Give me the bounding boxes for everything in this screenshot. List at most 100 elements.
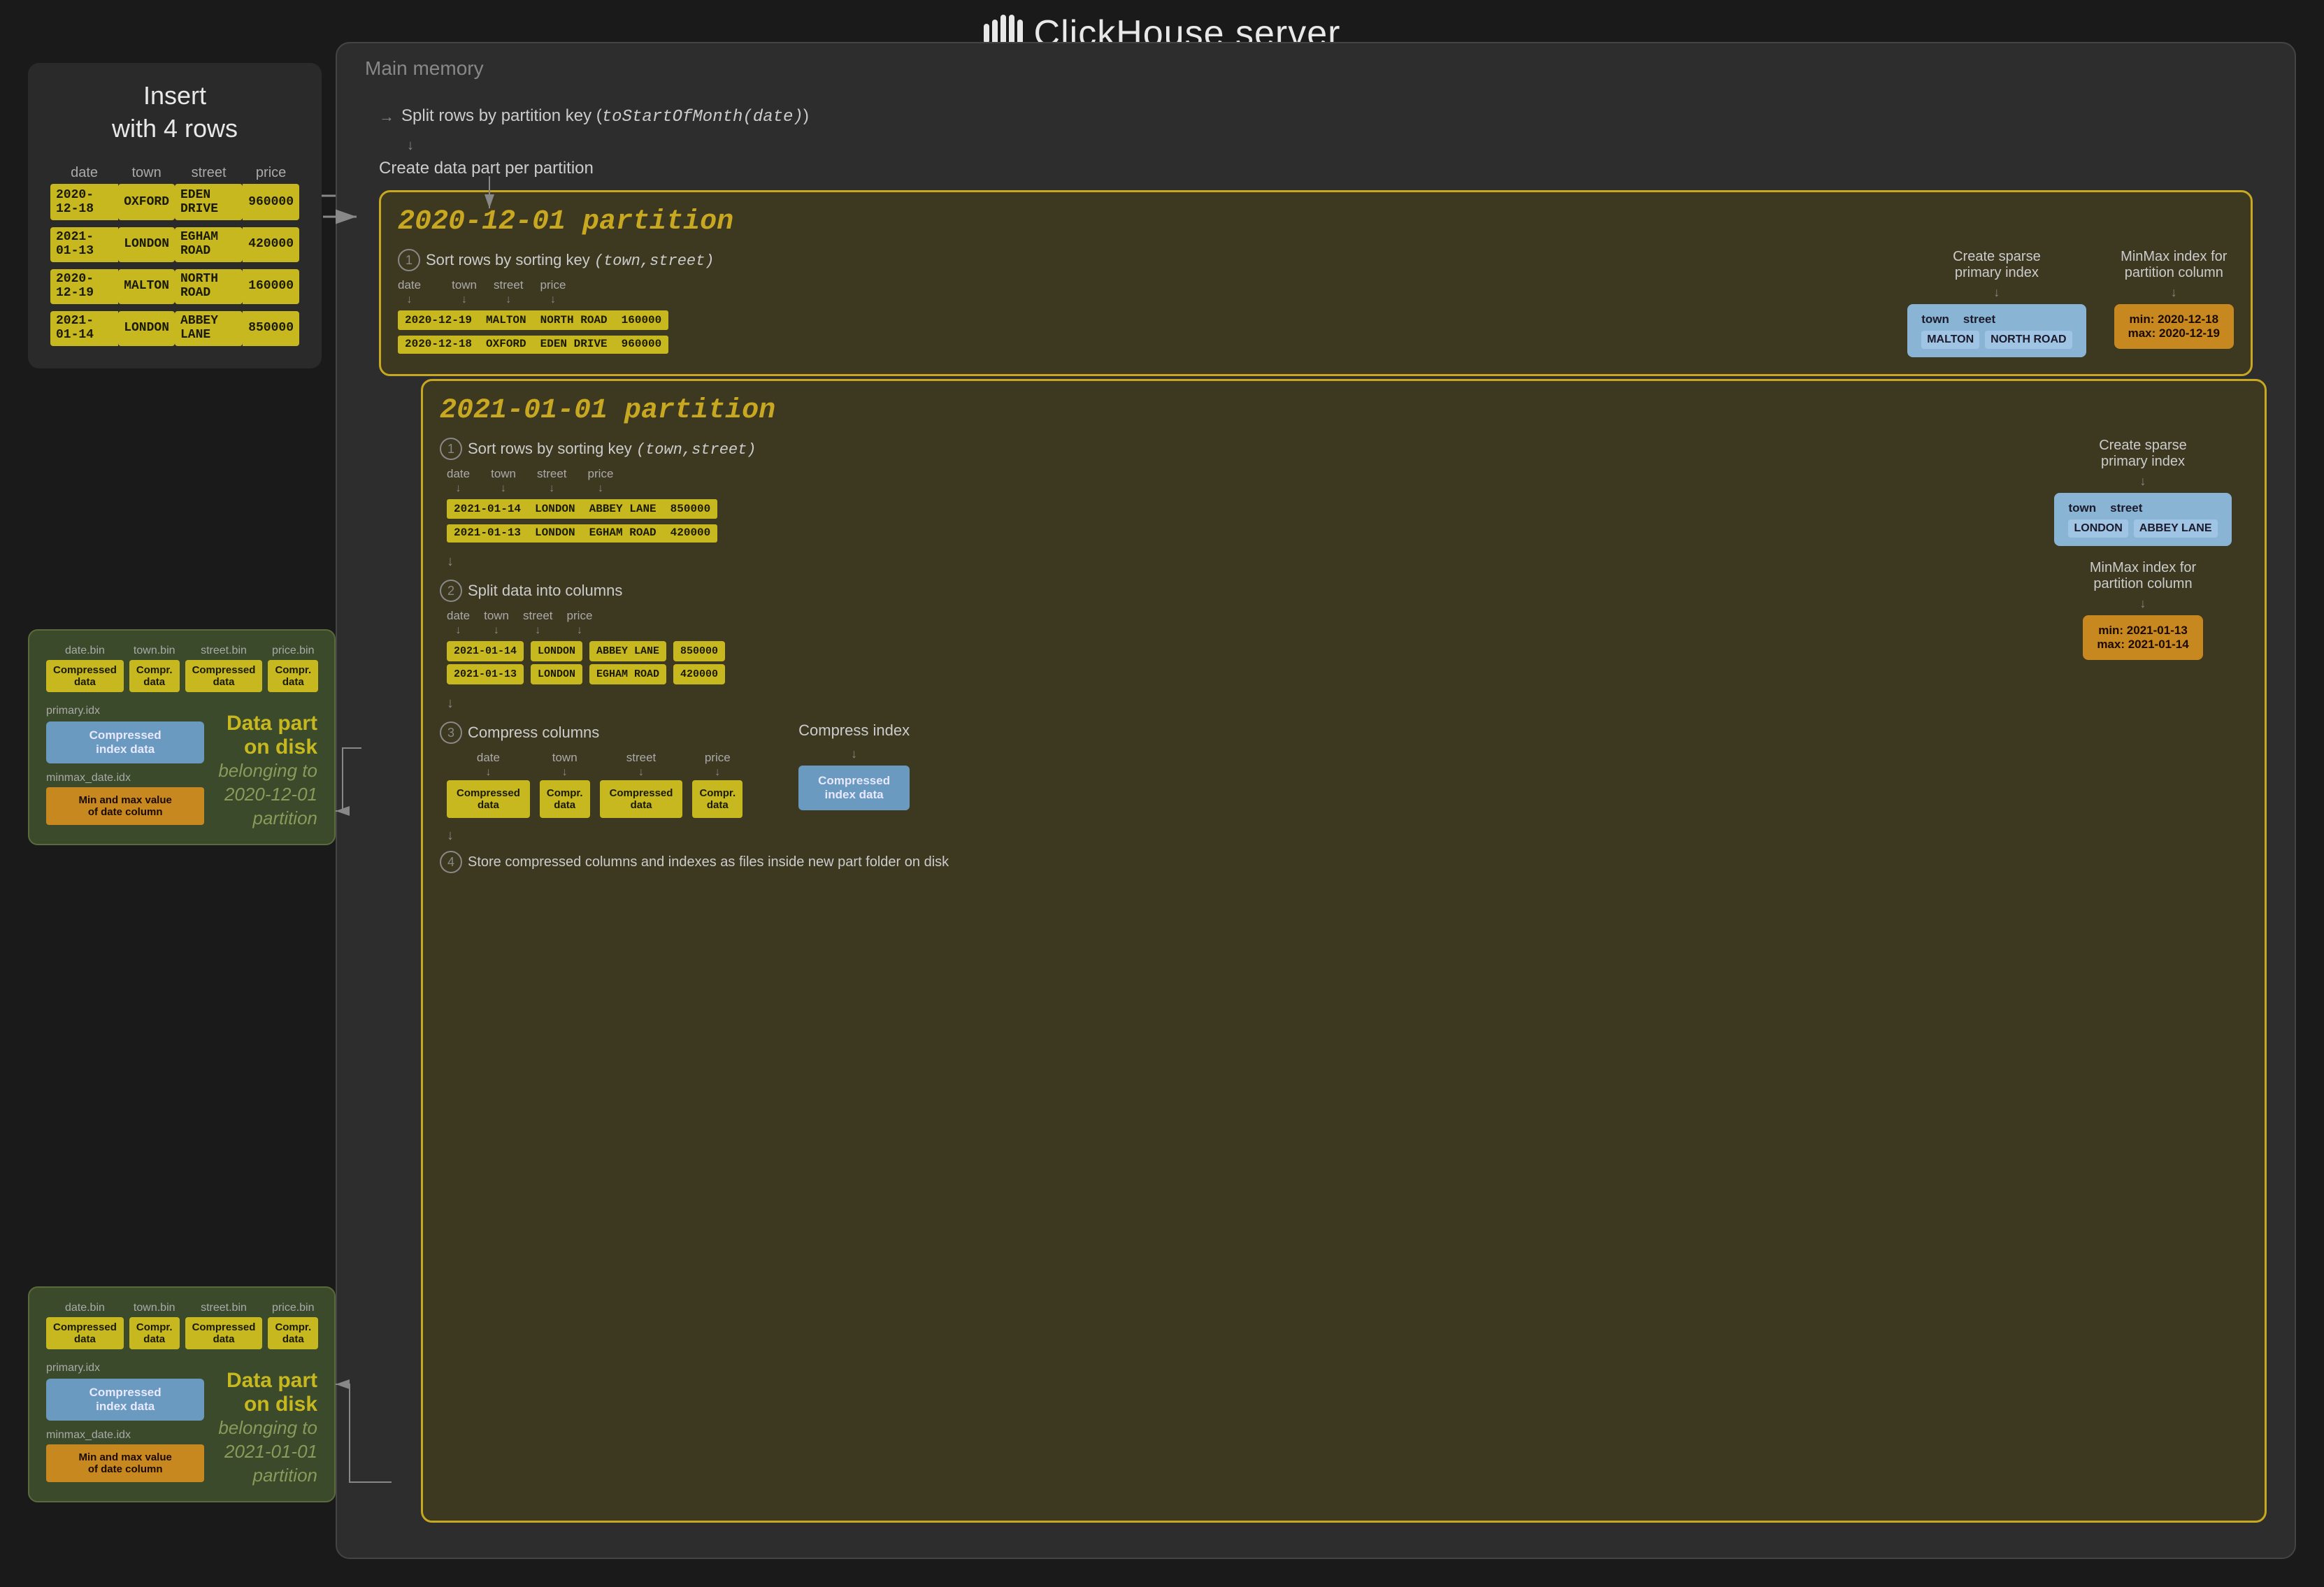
compressed-price: Compr.data bbox=[692, 780, 743, 818]
cell-date: 2021-01-13 bbox=[50, 227, 118, 262]
step2-label: Split data into columns bbox=[468, 582, 622, 600]
insert-box: Insertwith 4 rows date town street price… bbox=[28, 63, 322, 368]
disk-panel-2020: date.bin Compresseddata town.bin Compr.d… bbox=[28, 629, 336, 845]
primary-col2-2020: street bbox=[1963, 313, 1995, 326]
split-rows-label: Split rows by partition key (toStartOfMo… bbox=[401, 106, 809, 127]
minmax-2020-box: min: 2020-12-18 max: 2020-12-19 bbox=[2114, 304, 2234, 349]
primary-val1-2020: MALTON bbox=[1921, 331, 1979, 349]
step4-label: Store compressed columns and indexes as … bbox=[468, 854, 949, 870]
table-row: 2020-12-18 OXFORD EDEN DRIVE 960000 bbox=[50, 184, 299, 220]
table-row: 2020-12-19 MALTON NORTH ROAD 160000 bbox=[50, 269, 299, 304]
disk-files-2020: date.bin Compresseddata town.bin Compr.d… bbox=[46, 645, 317, 692]
col-header-street: street bbox=[175, 162, 243, 184]
primary-val1-2021: LONDON bbox=[2068, 519, 2128, 538]
disk-panel-2021: date.bin Compresseddata town.bin Compr.d… bbox=[28, 1286, 336, 1502]
split-date-2: 2021-01-13 bbox=[447, 664, 524, 684]
cell-price: 850000 bbox=[243, 311, 299, 346]
cell-street: NORTH ROAD bbox=[175, 269, 243, 304]
create-sparse-2020-label: Create sparseprimary index bbox=[1953, 249, 2041, 281]
primary-val2-2020: NORTH ROAD bbox=[1985, 331, 2072, 349]
primary-idx-label-2020: primary.idx bbox=[46, 705, 204, 717]
cell-date: 2020-12-18 bbox=[50, 184, 118, 220]
table-row: 2021-01-13 LONDON EGHAM ROAD 420000 bbox=[447, 524, 717, 543]
compressed-street: Compresseddata bbox=[600, 780, 683, 818]
partition-2021-title: 2021-01-01 partition bbox=[440, 395, 2248, 426]
cell-town: LONDON bbox=[118, 227, 175, 262]
partition-2021-sorted-table: 2021-01-14 LONDON ABBEY LANE 850000 2021… bbox=[447, 499, 717, 543]
col-header-date: date bbox=[50, 162, 118, 184]
minmax-2021-box: min: 2021-01-13 max: 2021-01-14 bbox=[2083, 615, 2202, 660]
disk-files-2021: date.bin Compresseddata town.bin Compr.d… bbox=[46, 1302, 317, 1349]
disk-panel-2020-subtitle: belonging to2020-12-01partition bbox=[218, 759, 317, 830]
compressed-date: Compresseddata bbox=[447, 780, 530, 818]
compress-index-label: Compress index bbox=[798, 721, 910, 740]
create-sparse-2021-label: Create sparseprimary index bbox=[2099, 438, 2187, 470]
compressed-index-2020: Compressedindex data bbox=[46, 721, 204, 763]
primary-col1-2021: town bbox=[2068, 501, 2096, 515]
cell-street: EDEN DRIVE bbox=[175, 184, 243, 220]
memory-label: Main memory bbox=[365, 57, 484, 80]
cell-date: 2020-12-19 bbox=[50, 269, 118, 304]
cell-town: OXFORD bbox=[118, 184, 175, 220]
minmax-orange-2020: Min and max valueof date column bbox=[46, 787, 204, 825]
split-price-2: 420000 bbox=[673, 664, 725, 684]
compressed-index-2021: Compressedindex data bbox=[46, 1379, 204, 1421]
cell-street: ABBEY LANE bbox=[175, 311, 243, 346]
split-town-2: LONDON bbox=[531, 664, 582, 684]
step3-label: Compress columns bbox=[468, 724, 599, 742]
minmax-2020: MinMax index forpartition column ↓ min: … bbox=[2114, 249, 2234, 349]
disk-panel-2021-subtitle: belonging to2021-01-01partition bbox=[218, 1416, 317, 1487]
minmax-2021-label: MinMax index forpartition column bbox=[2090, 560, 2196, 592]
partition-2021: 2021-01-01 partition 1 Sort rows by sort… bbox=[421, 379, 2267, 1523]
minmax-2020-label: MinMax index forpartition column bbox=[2121, 249, 2227, 281]
disk-panel-2020-title: Data parton disk bbox=[218, 712, 317, 759]
create-part-label: Create data part per partition bbox=[379, 159, 594, 178]
partition-2020: 2020-12-01 partition 1 Sort rows by sort… bbox=[379, 190, 2253, 376]
primary-col1-2020: town bbox=[1921, 313, 1949, 326]
cell-street: EGHAM ROAD bbox=[175, 227, 243, 262]
insert-table: date town street price 2020-12-18 OXFORD… bbox=[50, 162, 299, 346]
step-circle-2: 2 bbox=[440, 580, 462, 602]
insert-title: Insertwith 4 rows bbox=[50, 80, 299, 145]
partition-2020-title: 2020-12-01 partition bbox=[398, 206, 2234, 238]
minmax-orange-2021: Min and max valueof date column bbox=[46, 1444, 204, 1482]
partition-2020-table: 2020-12-19 MALTON NORTH ROAD 160000 2020… bbox=[398, 310, 668, 354]
disk-panel-2021-title: Data parton disk bbox=[218, 1369, 317, 1416]
col-header-price: price bbox=[243, 162, 299, 184]
table-row: 2021-01-14 LONDON ABBEY LANE 850000 bbox=[447, 499, 717, 519]
cell-price: 960000 bbox=[243, 184, 299, 220]
compressed-town: Compr.data bbox=[540, 780, 590, 818]
cell-price: 160000 bbox=[243, 269, 299, 304]
split-date-1: 2021-01-14 bbox=[447, 641, 524, 661]
step-circle-1-2021: 1 bbox=[440, 438, 462, 460]
primary-col2-2021: street bbox=[2110, 501, 2142, 515]
icon-bar-1 bbox=[984, 24, 989, 43]
compressed-index-box: Compressedindex data bbox=[798, 766, 910, 810]
step-circle-1: 1 bbox=[398, 249, 420, 271]
primary-index-2021: Create sparseprimary index ↓ town street… bbox=[2038, 438, 2248, 546]
cell-town: MALTON bbox=[118, 269, 175, 304]
primary-idx-label-2021: primary.idx bbox=[46, 1362, 204, 1374]
split-town-1: LONDON bbox=[531, 641, 582, 661]
cell-price: 420000 bbox=[243, 227, 299, 262]
minmax-idx-label-2020: minmax_date.idx bbox=[46, 772, 204, 784]
split-street-1: ABBEY LANE bbox=[589, 641, 666, 661]
cell-town: LONDON bbox=[118, 311, 175, 346]
primary-val2-2021: ABBEY LANE bbox=[2134, 519, 2218, 538]
table-row: 2021-01-14 LONDON ABBEY LANE 850000 bbox=[50, 311, 299, 346]
minmax-idx-label-2021: minmax_date.idx bbox=[46, 1429, 204, 1442]
table-row: 2020-12-19 MALTON NORTH ROAD 160000 bbox=[398, 310, 668, 330]
minmax-2021: MinMax index forpartition column ↓ min: … bbox=[2038, 560, 2248, 660]
step-circle-3: 3 bbox=[440, 721, 462, 744]
split-street-2: EGHAM ROAD bbox=[589, 664, 666, 684]
table-row: 2021-01-13 LONDON EGHAM ROAD 420000 bbox=[50, 227, 299, 262]
step-circle-4: 4 bbox=[440, 851, 462, 873]
table-row: 2020-12-18 OXFORD EDEN DRIVE 960000 bbox=[398, 336, 668, 354]
server-panel: Main memory → Split rows by partition ke… bbox=[336, 42, 2296, 1559]
primary-index-2020: Create sparseprimary index ↓ town street… bbox=[1907, 249, 2086, 357]
col-header-town: town bbox=[118, 162, 175, 184]
step1-2020-label: Sort rows by sorting key (town,street) bbox=[426, 251, 715, 270]
step1-2021-label: Sort rows by sorting key (town,street) bbox=[468, 440, 756, 459]
split-price-1: 850000 bbox=[673, 641, 725, 661]
cell-date: 2021-01-14 bbox=[50, 311, 118, 346]
